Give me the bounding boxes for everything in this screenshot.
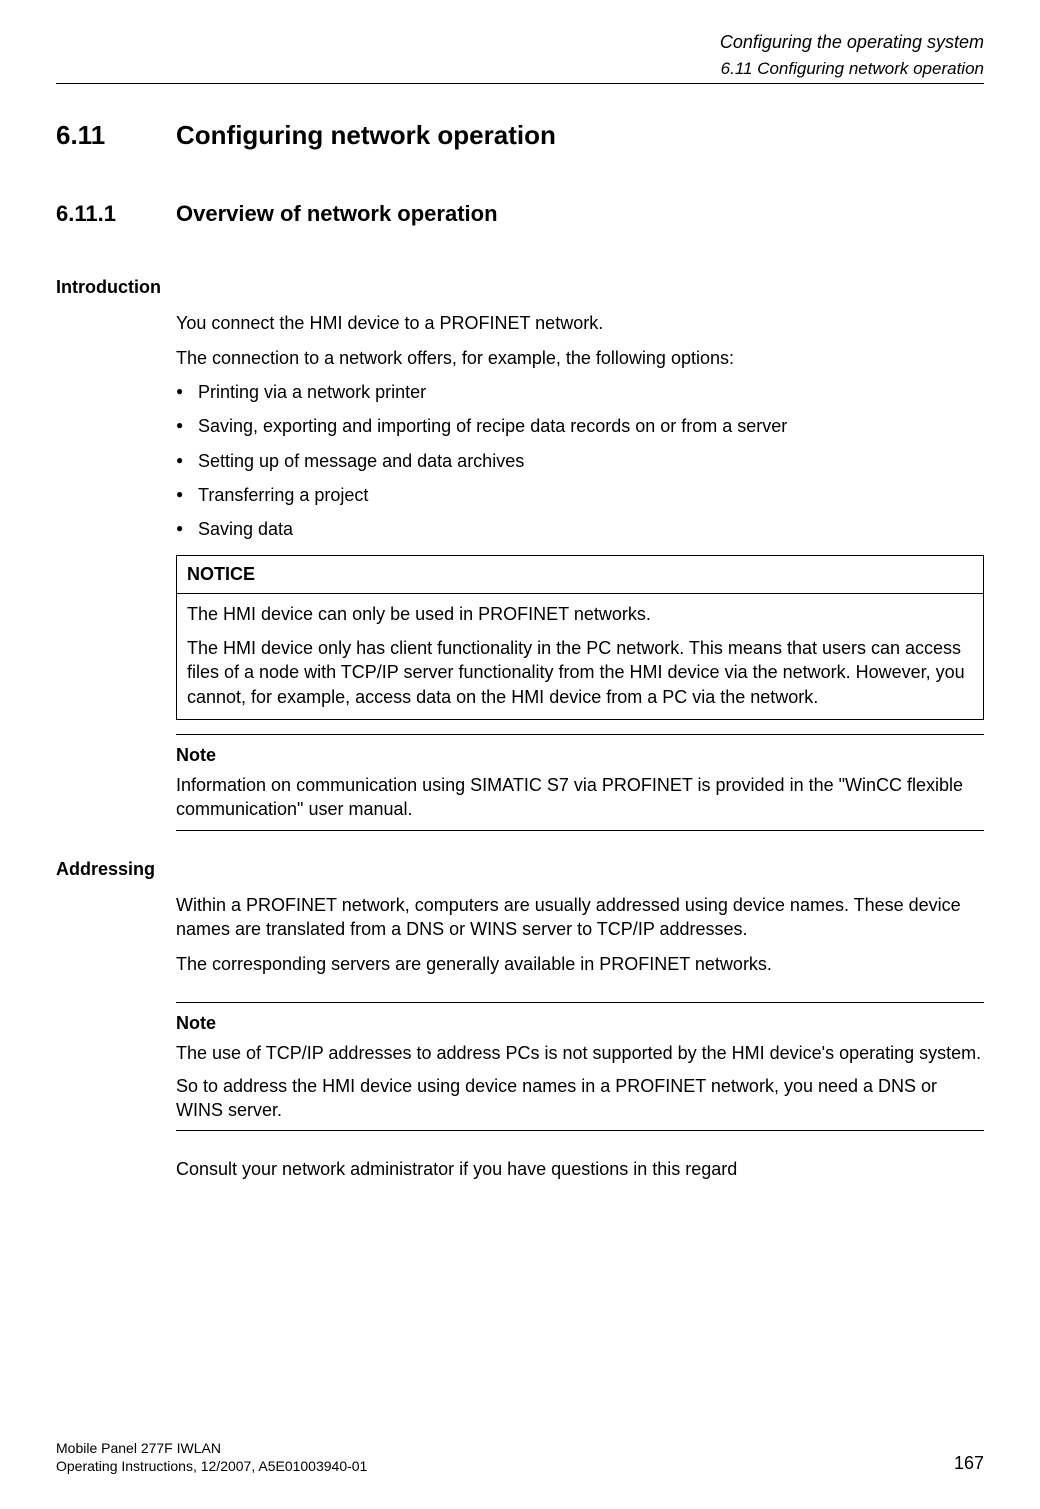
note-block: Note Information on communication using … [176, 734, 984, 831]
paragraph: The use of TCP/IP addresses to address P… [176, 1041, 984, 1065]
page-footer: Mobile Panel 277F IWLAN Operating Instru… [56, 1439, 984, 1475]
paragraph: The corresponding servers are generally … [176, 952, 984, 976]
list-item: Transferring a project [176, 483, 984, 507]
heading-1-title: Configuring network operation [176, 118, 556, 153]
options-list: Printing via a network printer Saving, e… [176, 380, 984, 541]
heading-1: 6.11 Configuring network operation [56, 118, 984, 153]
paragraph: You connect the HMI device to a PROFINET… [176, 311, 984, 335]
header-rule [56, 83, 984, 84]
notice-body: The HMI device can only be used in PROFI… [177, 594, 983, 719]
list-item: Printing via a network printer [176, 380, 984, 404]
list-item: Saving data [176, 517, 984, 541]
list-item: Setting up of message and data archives [176, 449, 984, 473]
paragraph: The HMI device only has client functiona… [187, 636, 973, 709]
heading-2-title: Overview of network operation [176, 199, 498, 229]
heading-addressing: Addressing [56, 857, 984, 881]
paragraph: The connection to a network offers, for … [176, 346, 984, 370]
notice-label: NOTICE [177, 556, 983, 593]
document-page: Configuring the operating system 6.11 Co… [0, 0, 1040, 1509]
notice-box: NOTICE The HMI device can only be used i… [176, 555, 984, 719]
paragraph: Within a PROFINET network, computers are… [176, 893, 984, 942]
footer-docinfo: Operating Instructions, 12/2007, A5E0100… [56, 1457, 367, 1475]
footer-page-number: 167 [954, 1451, 984, 1475]
paragraph: Information on communication using SIMAT… [176, 773, 984, 822]
addressing-body: Within a PROFINET network, computers are… [176, 893, 984, 1181]
note-label: Note [176, 743, 984, 767]
list-item: Saving, exporting and importing of recip… [176, 414, 984, 438]
heading-1-number: 6.11 [56, 118, 176, 153]
footer-product: Mobile Panel 277F IWLAN [56, 1439, 367, 1457]
note-label: Note [176, 1011, 984, 1035]
running-header-section: 6.11 Configuring network operation [56, 58, 984, 81]
introduction-body: You connect the HMI device to a PROFINET… [176, 311, 984, 830]
heading-introduction: Introduction [56, 275, 984, 299]
note-block: Note The use of TCP/IP addresses to addr… [176, 1002, 984, 1131]
paragraph: Consult your network administrator if yo… [176, 1157, 984, 1181]
paragraph: The HMI device can only be used in PROFI… [187, 602, 973, 626]
heading-2: 6.11.1 Overview of network operation [56, 199, 984, 229]
running-header-chapter: Configuring the operating system [56, 30, 984, 54]
paragraph: So to address the HMI device using devic… [176, 1074, 984, 1123]
heading-2-number: 6.11.1 [56, 199, 176, 229]
footer-left: Mobile Panel 277F IWLAN Operating Instru… [56, 1439, 367, 1475]
